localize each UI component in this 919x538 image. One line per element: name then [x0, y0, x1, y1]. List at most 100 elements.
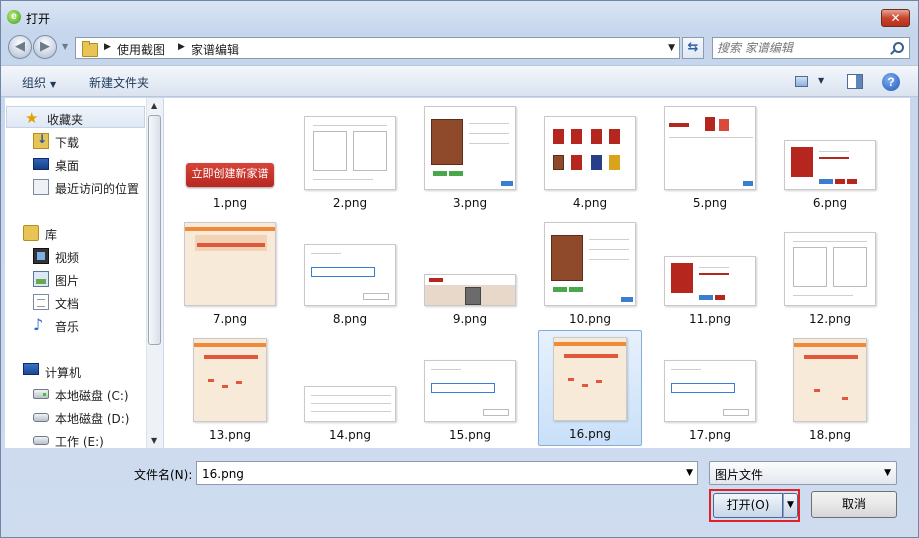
file-name: 11.png	[689, 312, 731, 326]
cancel-button[interactable]: 取消	[811, 491, 897, 518]
back-button[interactable]: ◀	[8, 35, 32, 59]
title-bar: e 打开 ✕	[1, 1, 918, 31]
filename-combobox[interactable]: ▼	[196, 461, 698, 485]
file-item[interactable]: 3.png	[418, 98, 522, 214]
file-item[interactable]: 13.png	[178, 330, 282, 446]
scrollbar-thumb[interactable]	[148, 115, 161, 345]
search-input[interactable]	[717, 40, 887, 56]
open-options-dropdown[interactable]: ▼	[783, 493, 798, 518]
file-thumbnail: 立即创建新家谱	[184, 160, 276, 190]
organize-menu-button[interactable]: 组织 ▼	[22, 74, 56, 91]
sidebar-item-disk-d[interactable]: 本地磁盘 (D:)	[5, 406, 146, 428]
file-thumbnail	[184, 222, 276, 306]
sidebar-item-computer[interactable]: 计算机	[5, 360, 146, 382]
sidebar-item-label: 文档	[55, 297, 80, 311]
scroll-down-icon[interactable]: ▼	[151, 436, 157, 445]
window-title: 打开	[26, 12, 51, 26]
sidebar-item-label: 图片	[55, 274, 80, 288]
command-toolbar: 组织 ▼ 新建文件夹 ▼ ?	[1, 65, 918, 97]
desktop-icon	[33, 158, 49, 170]
new-folder-button[interactable]: 新建文件夹	[89, 74, 149, 91]
file-item[interactable]: 15.png	[418, 330, 522, 446]
breadcrumb-arrow-icon[interactable]: ▶	[178, 42, 185, 52]
local-disk-icon	[33, 413, 49, 422]
open-button[interactable]: 打开(O)	[713, 493, 783, 518]
app-icon: e	[7, 10, 21, 24]
sidebar-item-disk-c[interactable]: 本地磁盘 (C:)	[5, 383, 146, 405]
file-type-select[interactable]: 图片文件 ▼	[709, 461, 897, 485]
breadcrumb-item[interactable]: 使用截图	[117, 41, 165, 58]
file-item[interactable]: 6.png	[778, 98, 882, 214]
sidebar-item-libraries[interactable]: 库	[5, 222, 146, 244]
search-box[interactable]	[712, 37, 910, 59]
breadcrumb-arrow-icon[interactable]: ▶	[104, 42, 111, 52]
file-thumbnail	[793, 338, 867, 422]
sidebar-item-label: 下载	[55, 136, 80, 150]
file-thumbnail	[544, 222, 636, 306]
sidebar-item-label: 视频	[55, 251, 80, 265]
file-thumbnail	[424, 274, 516, 306]
navigation-pane: ★ 收藏夹 下载 桌面 最近访问的位置 库 视频 图片 文档	[5, 98, 146, 448]
sidebar-item-label: 音乐	[55, 320, 80, 334]
close-button[interactable]: ✕	[881, 9, 910, 27]
file-item[interactable]: 17.png	[658, 330, 762, 446]
file-item[interactable]: 10.png	[538, 214, 642, 330]
file-item[interactable]: 7.png	[178, 214, 282, 330]
file-name: 6.png	[812, 196, 848, 210]
address-history-dropdown-icon[interactable]: ▼	[668, 43, 675, 53]
sidebar-item-downloads[interactable]: 下载	[5, 130, 146, 152]
file-name: 2.png	[332, 196, 368, 210]
forward-button[interactable]: ▶	[33, 35, 57, 59]
library-icon	[23, 225, 39, 241]
file-thumbnail	[304, 116, 396, 190]
scroll-up-icon[interactable]: ▲	[151, 101, 157, 110]
file-item-selected[interactable]: 16.png	[538, 330, 642, 446]
download-folder-icon	[33, 132, 49, 149]
file-item[interactable]: 18.png	[778, 330, 882, 446]
file-name: 4.png	[572, 196, 608, 210]
chevron-down-icon: ▼	[50, 80, 57, 89]
file-name: 17.png	[689, 428, 731, 442]
chevron-down-icon[interactable]: ▼	[686, 468, 693, 478]
address-bar[interactable]: ▶ 使用截图 ▶ 家谱编辑 ▼	[75, 37, 680, 59]
preview-pane-icon[interactable]	[847, 74, 863, 89]
view-options-dropdown-icon[interactable]: ▼	[818, 76, 824, 85]
file-item[interactable]: 8.png	[298, 214, 402, 330]
sidebar-item-label: 本地磁盘 (C:)	[55, 389, 129, 403]
music-library-icon: ♪	[33, 315, 44, 334]
sidebar-item-favorites[interactable]: ★ 收藏夹	[6, 106, 145, 128]
sidebar-item-videos[interactable]: 视频	[5, 245, 146, 267]
sidebar-item-desktop[interactable]: 桌面	[5, 153, 146, 175]
file-item[interactable]: 立即创建新家谱 1.png	[178, 98, 282, 214]
search-icon[interactable]	[893, 42, 904, 53]
filename-input[interactable]	[202, 466, 672, 482]
file-item[interactable]: 5.png	[658, 98, 762, 214]
local-disk-icon	[33, 436, 49, 445]
file-name: 8.png	[332, 312, 368, 326]
file-item[interactable]: 2.png	[298, 98, 402, 214]
sidebar-item-recent-places[interactable]: 最近访问的位置	[5, 176, 146, 198]
sidebar-item-documents[interactable]: 文档	[5, 291, 146, 313]
sidebar-item-music[interactable]: ♪ 音乐	[5, 314, 146, 336]
file-thumbnail	[664, 256, 756, 306]
recent-pages-dropdown-icon[interactable]: ▼	[62, 42, 68, 51]
sidebar-item-label: 桌面	[55, 159, 80, 173]
file-item[interactable]: 11.png	[658, 214, 762, 330]
change-view-icon[interactable]	[795, 76, 808, 87]
refresh-button[interactable]: ⇆	[682, 37, 704, 59]
back-arrow-icon: ◀	[15, 39, 25, 54]
navigation-scrollbar[interactable]: ▲ ▼	[146, 98, 163, 448]
open-button-highlight: 打开(O) ▼	[709, 489, 800, 522]
sidebar-item-disk-e[interactable]: 工作 (E:)	[5, 429, 146, 448]
file-thumbnail	[664, 106, 756, 190]
breadcrumb-item[interactable]: 家谱编辑	[191, 41, 239, 58]
file-item[interactable]: 14.png	[298, 330, 402, 446]
system-disk-icon	[33, 389, 49, 399]
file-thumbnail	[553, 337, 627, 421]
sidebar-item-pictures[interactable]: 图片	[5, 268, 146, 290]
file-name: 10.png	[569, 312, 611, 326]
file-item[interactable]: 9.png	[418, 214, 522, 330]
file-item[interactable]: 4.png	[538, 98, 642, 214]
help-icon[interactable]: ?	[882, 73, 900, 91]
file-item[interactable]: 12.png	[778, 214, 882, 330]
